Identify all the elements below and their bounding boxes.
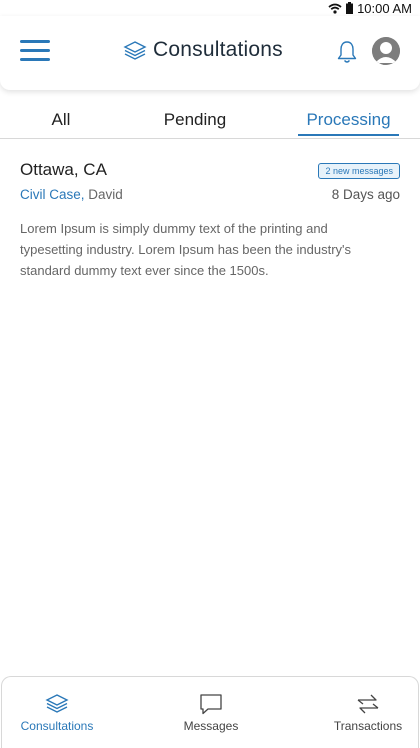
status-bar: 10:00 AM bbox=[0, 0, 420, 16]
bell-icon bbox=[337, 41, 357, 63]
nav-consultations[interactable]: Consultations bbox=[0, 677, 117, 747]
app-header: Consultations bbox=[0, 16, 420, 90]
header-title-group: Consultations bbox=[123, 38, 283, 62]
client-name: David bbox=[88, 187, 123, 202]
page-title: Consultations bbox=[153, 38, 283, 61]
notifications-button[interactable] bbox=[334, 39, 360, 65]
nav-messages-label: Messages bbox=[183, 719, 239, 733]
nav-messages[interactable]: Messages bbox=[151, 677, 271, 747]
user-avatar[interactable] bbox=[372, 37, 400, 65]
new-messages-badge: 2 new messages bbox=[318, 163, 400, 179]
time-ago-label: 8 Days ago bbox=[331, 187, 400, 202]
battery-icon bbox=[346, 2, 354, 14]
nav-consultations-label: Consultations bbox=[20, 719, 94, 733]
tab-all[interactable]: All bbox=[40, 110, 82, 130]
transfer-arrows-icon bbox=[357, 694, 379, 714]
case-line: Civil Case, David bbox=[20, 187, 123, 202]
nav-transactions[interactable]: Transactions bbox=[308, 677, 420, 747]
nav-transactions-label: Transactions bbox=[333, 719, 403, 733]
user-avatar-icon bbox=[372, 37, 400, 65]
status-time: 10:00 AM bbox=[357, 0, 412, 16]
bottom-navigation: Consultations Messages Transactions bbox=[1, 676, 419, 748]
layers-icon bbox=[123, 41, 147, 60]
wifi-icon bbox=[328, 3, 342, 14]
tab-pending[interactable]: Pending bbox=[155, 110, 235, 130]
consultation-description: Lorem Ipsum is simply dummy text of the … bbox=[20, 221, 352, 278]
menu-icon bbox=[20, 40, 50, 61]
layers-icon bbox=[45, 694, 69, 713]
chat-bubble-icon bbox=[200, 694, 222, 715]
active-tab-indicator bbox=[298, 134, 399, 136]
consultation-location: Ottawa, CA bbox=[20, 160, 107, 179]
case-type-label: Civil Case, bbox=[20, 187, 85, 202]
tab-processing[interactable]: Processing bbox=[298, 110, 399, 130]
menu-button[interactable] bbox=[20, 40, 50, 62]
